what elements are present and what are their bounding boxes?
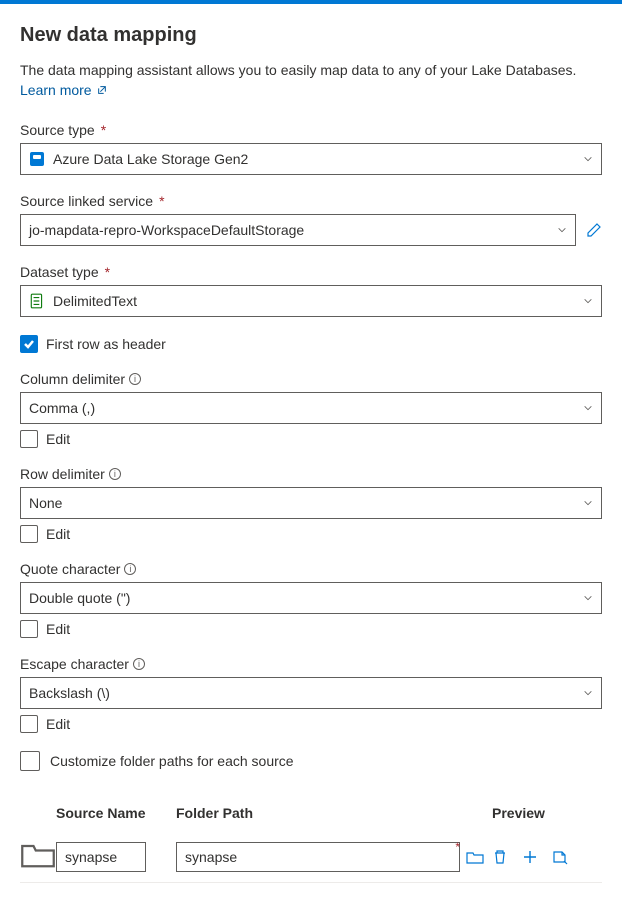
column-delimiter-select[interactable]: Comma (,) [20,392,602,424]
dataset-type-value: DelimitedText [53,293,583,309]
first-row-header-checkbox[interactable] [20,335,38,353]
quote-character-value: Double quote (") [29,590,583,606]
row-actions [492,849,602,865]
label-text: Column delimiter [20,371,125,387]
label-dataset-type: Dataset type * [20,264,602,280]
row-delimiter-edit-label: Edit [46,526,70,542]
escape-character-edit-label: Edit [46,716,70,732]
chevron-down-icon [583,498,593,508]
escape-character-value: Backslash (\) [29,685,583,701]
column-delimiter-edit-checkbox[interactable] [20,430,38,448]
source-type-select[interactable]: Azure Data Lake Storage Gen2 [20,143,602,175]
page-description: The data mapping assistant allows you to… [20,61,602,100]
label-text: Dataset type [20,264,99,280]
add-row-button[interactable] [522,849,538,865]
row-delimiter-edit-row: Edit [20,525,602,543]
source-type-value: Azure Data Lake Storage Gen2 [53,151,583,167]
label-text: Escape character [20,656,129,672]
customize-paths-checkbox[interactable] [20,751,40,771]
document-icon [29,293,45,309]
page-title: New data mapping [20,24,602,47]
quote-character-edit-checkbox[interactable] [20,620,38,638]
required-asterisk: * [105,264,110,280]
required-asterisk: * [455,840,460,854]
field-quote-character: Quote character i Double quote (") Edit [20,561,602,638]
info-icon[interactable]: i [133,658,145,670]
label-linked-service: Source linked service * [20,193,602,209]
edit-linked-service-button[interactable] [586,222,602,238]
customize-paths-row: Customize folder paths for each source [20,751,602,771]
chevron-down-icon [583,688,593,698]
required-asterisk: * [101,122,106,138]
info-icon[interactable]: i [129,373,141,385]
chevron-down-icon [583,154,593,164]
linked-service-value: jo-mapdata-repro-WorkspaceDefaultStorage [29,222,557,238]
column-delimiter-value: Comma (,) [29,400,583,416]
required-asterisk: * [159,193,164,209]
label-text: Source type [20,122,95,138]
field-escape-character: Escape character i Backslash (\) Edit [20,656,602,733]
source-name-input[interactable] [56,842,146,872]
label-source-type: Source type * [20,122,602,138]
sources-table: Source Name Folder Path Preview * [20,799,602,883]
chevron-down-icon [583,593,593,603]
delete-row-button[interactable] [492,849,508,865]
row-delimiter-select[interactable]: None [20,487,602,519]
learn-more-link[interactable]: Learn more [20,82,107,98]
table-row: * [20,831,602,883]
first-row-header-label: First row as header [46,336,166,352]
label-row-delimiter: Row delimiter i [20,466,602,482]
column-header-preview: Preview [492,805,602,821]
field-linked-service: Source linked service * jo-mapdata-repro… [20,193,602,246]
chevron-down-icon [583,403,593,413]
field-column-delimiter: Column delimiter i Comma (,) Edit [20,371,602,448]
azure-storage-icon [29,151,45,167]
column-delimiter-edit-row: Edit [20,430,602,448]
label-column-delimiter: Column delimiter i [20,371,602,387]
dataset-type-select[interactable]: DelimitedText [20,285,602,317]
chevron-down-icon [583,296,593,306]
info-icon[interactable]: i [109,468,121,480]
chevron-down-icon [557,225,567,235]
label-text: Row delimiter [20,466,105,482]
folder-path-input[interactable] [176,842,460,872]
desc-text: The data mapping assistant allows you to… [20,62,576,78]
customize-paths-label: Customize folder paths for each source [50,753,294,769]
label-escape-character: Escape character i [20,656,602,672]
external-link-icon [97,81,107,91]
column-delimiter-edit-label: Edit [46,431,70,447]
first-row-header-row: First row as header [20,335,602,353]
table-header: Source Name Folder Path Preview [20,799,602,831]
escape-character-edit-row: Edit [20,715,602,733]
preview-data-button[interactable] [552,849,568,865]
row-delimiter-edit-checkbox[interactable] [20,525,38,543]
escape-character-select[interactable]: Backslash (\) [20,677,602,709]
row-delimiter-value: None [29,495,583,511]
field-source-type: Source type * Azure Data Lake Storage Ge… [20,122,602,175]
column-header-folder-path: Folder Path [176,805,492,821]
label-quote-character: Quote character i [20,561,602,577]
field-dataset-type: Dataset type * DelimitedText [20,264,602,317]
escape-character-edit-checkbox[interactable] [20,715,38,733]
quote-character-select[interactable]: Double quote (") [20,582,602,614]
linked-service-select[interactable]: jo-mapdata-repro-WorkspaceDefaultStorage [20,214,576,246]
quote-character-edit-row: Edit [20,620,602,638]
page-container: New data mapping The data mapping assist… [0,4,622,903]
info-icon[interactable]: i [124,563,136,575]
column-header-source-name: Source Name [56,805,176,821]
label-text: Quote character [20,561,120,577]
label-text: Source linked service [20,193,153,209]
learn-more-label: Learn more [20,82,92,98]
field-row-delimiter: Row delimiter i None Edit [20,466,602,543]
quote-character-edit-label: Edit [46,621,70,637]
